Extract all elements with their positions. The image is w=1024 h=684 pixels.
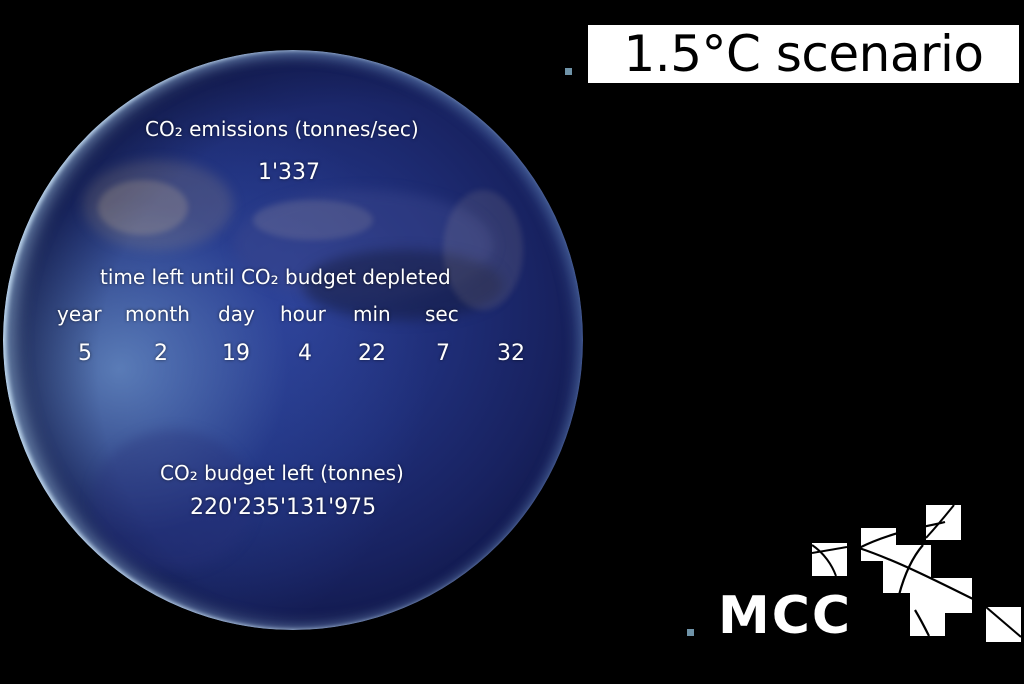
countdown-label: time left until CO₂ budget depleted: [100, 265, 451, 289]
mcc-logo-text: MCC: [718, 586, 853, 646]
logo-bullet-icon: [687, 629, 694, 636]
value-min: 22: [358, 341, 386, 366]
scenario-title: 1.5°C scenario: [588, 25, 1019, 83]
value-sec: 7: [436, 341, 450, 366]
unit-year: year: [57, 302, 102, 326]
value-hour: 4: [298, 341, 312, 366]
unit-min: min: [353, 302, 391, 326]
unit-day: day: [218, 302, 255, 326]
value-day: 19: [222, 341, 250, 366]
unit-hour: hour: [280, 302, 326, 326]
emissions-value: 1'337: [258, 160, 321, 185]
budget-label: CO₂ budget left (tonnes): [160, 461, 404, 485]
value-fraction: 32: [497, 341, 525, 366]
unit-month: month: [125, 302, 190, 326]
value-year: 5: [78, 341, 92, 366]
emissions-label: CO₂ emissions (tonnes/sec): [145, 117, 419, 141]
unit-sec: sec: [425, 302, 459, 326]
budget-value: 220'235'131'975: [190, 495, 377, 520]
value-month: 2: [154, 341, 168, 366]
title-bullet-icon: [565, 68, 572, 75]
